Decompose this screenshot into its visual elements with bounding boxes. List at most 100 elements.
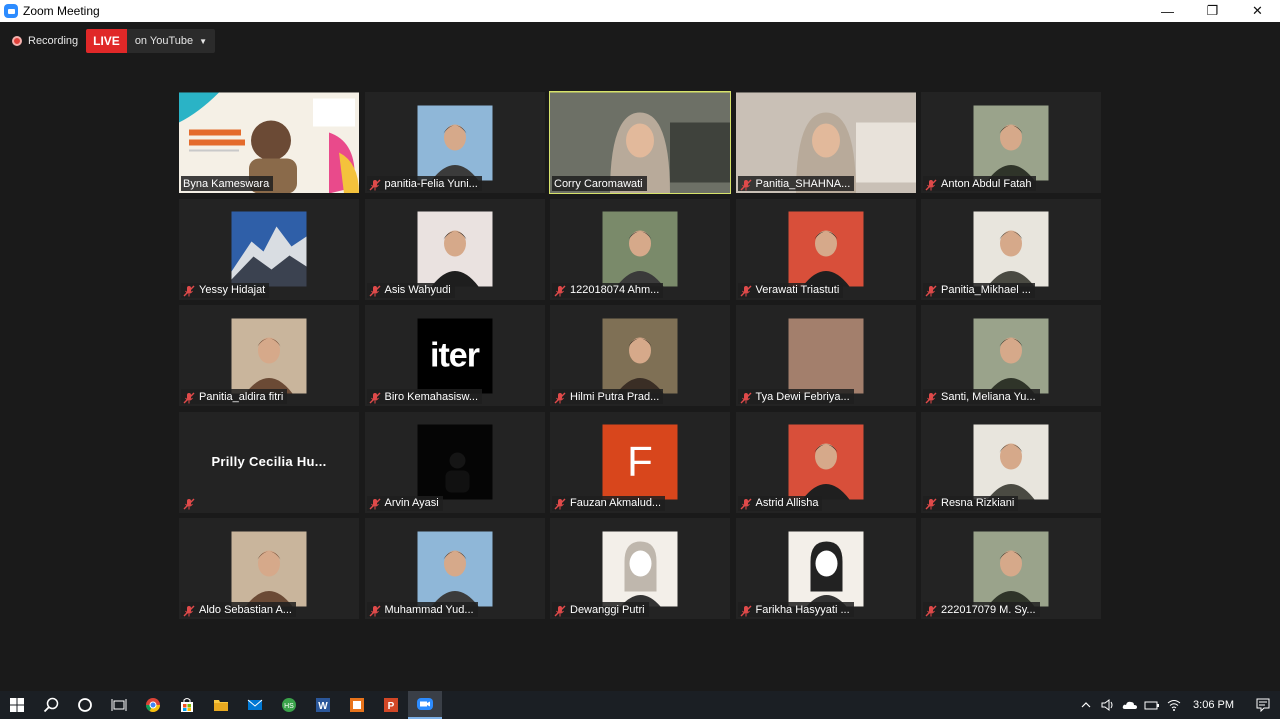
svg-text:HS: HS xyxy=(284,703,294,710)
participant-tile[interactable]: Resna Rizkiani xyxy=(921,411,1101,513)
onedrive-icon[interactable] xyxy=(1119,691,1141,719)
participant-name: Anton Abdul Fatah xyxy=(941,177,1032,190)
participant-name: Verawati Triastuti xyxy=(755,284,840,296)
zoom-icon[interactable] xyxy=(408,691,442,719)
muted-mic-icon xyxy=(554,284,566,297)
muted-mic-icon xyxy=(925,284,937,297)
battery-icon[interactable] xyxy=(1141,691,1163,719)
illustration-image xyxy=(602,531,678,606)
participant-name-bar: Panitia_Mikhael ... xyxy=(923,282,1035,298)
participant-tile[interactable]: Anton Abdul Fatah xyxy=(921,92,1101,193)
participant-tile[interactable]: F Fauzan Akmalud... xyxy=(550,411,730,513)
muted-mic-icon xyxy=(554,604,566,616)
participant-name: Panitia_aldira fitri xyxy=(199,390,284,403)
cortana-icon[interactable] xyxy=(68,691,102,719)
minimize-button[interactable]: — xyxy=(1145,0,1190,22)
speaker-icon[interactable] xyxy=(1097,691,1119,719)
participant-tile[interactable]: Byna Kameswara xyxy=(179,92,359,193)
participant-tile[interactable]: 122018074 Ahm... xyxy=(550,198,730,300)
participant-name-bar: Muhammad Yud... xyxy=(366,602,478,617)
muted-mic-icon xyxy=(740,391,752,403)
participant-name-bar: Corry Caromawati xyxy=(552,176,647,191)
participant-photo xyxy=(788,424,863,500)
file-explorer-icon[interactable] xyxy=(204,691,238,719)
muted-mic-icon xyxy=(740,178,752,190)
wifi-icon[interactable] xyxy=(1163,691,1185,719)
participant-name: Yessy Hidajat xyxy=(199,284,266,296)
participant-name: Hilmi Putra Prad... xyxy=(570,390,660,403)
muted-mic-icon xyxy=(183,497,195,510)
participant-tile[interactable]: 222017079 M. Sy... xyxy=(921,518,1101,619)
live-badge: LIVE xyxy=(86,29,127,53)
participant-name-bar: Panitia_SHAHNA... xyxy=(737,176,855,191)
powerpoint-icon[interactable]: P xyxy=(374,691,408,719)
participant-tile[interactable]: Prilly Cecilia Hu... xyxy=(179,411,359,513)
app-icon[interactable]: HS xyxy=(272,691,306,719)
participant-name: 222017079 M. Sy... xyxy=(941,603,1036,616)
participant-tile[interactable]: Panitia_aldira fitri xyxy=(179,305,359,406)
participant-tile[interactable]: iter Biro Kemahasisw... xyxy=(364,305,545,406)
notification-icon[interactable] xyxy=(1246,698,1280,712)
muted-mic-icon xyxy=(925,391,937,403)
participant-name: Santi, Meliana Yu... xyxy=(941,390,1036,403)
participant-photo xyxy=(973,424,1049,500)
participant-tile[interactable]: Tya Dewi Febriya... xyxy=(735,305,916,406)
chrome-icon[interactable] xyxy=(136,691,170,719)
muted-mic-icon xyxy=(369,497,381,510)
status-bar: Recording LIVE on YouTube ▼ xyxy=(8,29,216,53)
participant-tile[interactable]: Corry Caromawati xyxy=(549,91,731,194)
recording-indicator[interactable]: Recording xyxy=(8,29,84,53)
participant-name-bar: Yessy Hidajat xyxy=(181,282,270,298)
participant-tile[interactable]: Aldo Sebastian A... xyxy=(179,518,359,619)
participant-tile[interactable]: Yessy Hidajat xyxy=(179,198,359,300)
word-icon[interactable]: W xyxy=(306,691,340,719)
participant-tile[interactable]: Santi, Meliana Yu... xyxy=(921,305,1101,406)
participant-photo xyxy=(417,105,492,180)
participant-name: Panitia_SHAHNA... xyxy=(755,177,851,190)
participant-name: Dewanggi Putri xyxy=(570,603,645,616)
participant-tile[interactable]: Hilmi Putra Prad... xyxy=(550,305,730,406)
live-stream-menu[interactable]: LIVE on YouTube ▼ xyxy=(86,29,216,53)
mountain-image xyxy=(231,211,307,287)
participant-tile[interactable]: Dewanggi Putri xyxy=(550,518,730,619)
window-title: Zoom Meeting xyxy=(23,4,100,18)
participant-tile[interactable]: panitia-Felia Yuni... xyxy=(364,92,545,193)
participant-name-bar: panitia-Felia Yuni... xyxy=(366,176,482,191)
windows-icon[interactable] xyxy=(0,691,34,719)
participant-name-bar: Fauzan Akmalud... xyxy=(552,495,666,511)
muted-mic-icon xyxy=(554,391,566,403)
svg-text:P: P xyxy=(388,701,395,712)
participant-photo xyxy=(417,211,492,287)
participant-tile[interactable]: Arvin Ayasi xyxy=(364,411,545,513)
participant-name-bar: Tya Dewi Febriya... xyxy=(737,389,854,404)
store-icon[interactable] xyxy=(170,691,204,719)
participant-name-bar: Anton Abdul Fatah xyxy=(923,176,1036,191)
participant-photo xyxy=(788,211,863,287)
participant-tile[interactable]: Astrid Allisha xyxy=(735,411,916,513)
avatar-initial: F xyxy=(627,437,653,485)
participant-tile[interactable]: Asis Wahyudi xyxy=(364,198,545,300)
svg-text:W: W xyxy=(318,701,328,712)
participant-photo xyxy=(602,318,678,393)
search-icon[interactable] xyxy=(34,691,68,719)
participant-tile[interactable]: Farikha Hasyyati ... xyxy=(735,518,916,619)
participant-name-bar: Panitia_aldira fitri xyxy=(181,389,288,404)
task-view-icon[interactable] xyxy=(102,691,136,719)
participant-tile[interactable]: Muhammad Yud... xyxy=(364,518,545,619)
clock[interactable]: 3:06 PM xyxy=(1185,699,1246,711)
participant-name-bar: Santi, Meliana Yu... xyxy=(923,389,1040,404)
participant-tile[interactable]: Verawati Triastuti xyxy=(735,198,916,300)
chevron-up-icon[interactable] xyxy=(1075,691,1097,719)
system-tray: 3:06 PM xyxy=(1075,691,1280,719)
participant-tile[interactable]: Panitia_SHAHNA... xyxy=(735,92,916,193)
participant-name-bar: Resna Rizkiani xyxy=(923,495,1019,511)
participant-name: 122018074 Ahm... xyxy=(570,284,660,296)
participant-tile[interactable]: Panitia_Mikhael ... xyxy=(921,198,1101,300)
mail-icon[interactable] xyxy=(238,691,272,719)
app-icon-orange[interactable] xyxy=(340,691,374,719)
restore-button[interactable]: ❐ xyxy=(1190,0,1235,22)
close-button[interactable]: ✕ xyxy=(1235,0,1280,22)
illustration-image xyxy=(788,531,863,606)
muted-mic-icon xyxy=(925,604,937,616)
participant-name: Muhammad Yud... xyxy=(384,603,474,616)
